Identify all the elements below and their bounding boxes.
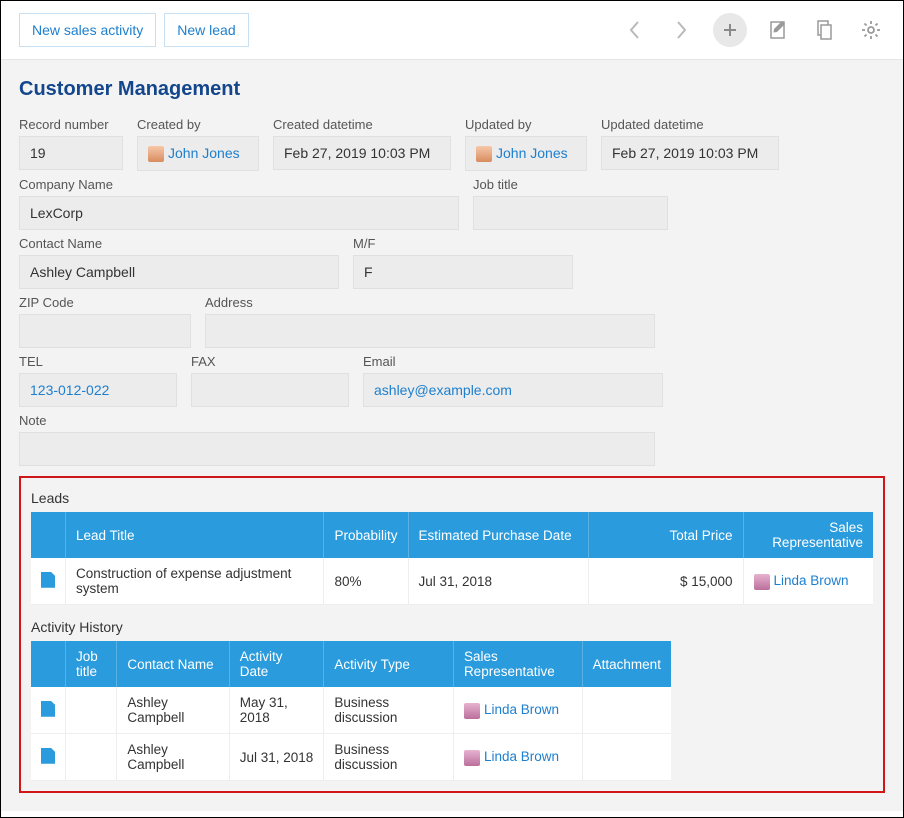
company-name-value: LexCorp: [19, 196, 459, 230]
leads-col-sales-rep: Sales Representative: [743, 512, 873, 558]
created-datetime-label: Created datetime: [273, 117, 451, 132]
fax-label: FAX: [191, 354, 349, 369]
lead-title-cell: Construction of expense adjustment syste…: [66, 558, 324, 605]
copy-icon: [814, 19, 836, 41]
activity-col-date: Activity Date: [229, 641, 324, 687]
activity-col-type: Activity Type: [324, 641, 454, 687]
chevron-left-icon: [626, 18, 644, 42]
lead-est-date-cell: Jul 31, 2018: [408, 558, 588, 605]
prev-record-button[interactable]: [621, 16, 649, 44]
updated-by-label: Updated by: [465, 117, 587, 132]
document-icon: [41, 572, 55, 588]
settings-button[interactable]: [857, 16, 885, 44]
leads-col-probability: Probability: [324, 512, 408, 558]
note-value: [19, 432, 655, 466]
leads-col-total-price: Total Price: [588, 512, 743, 558]
activity-row[interactable]: Ashley Campbell Jul 31, 2018 Business di…: [31, 734, 671, 781]
job-title-label: Job title: [473, 177, 668, 192]
created-datetime-value: Feb 27, 2019 10:03 PM: [273, 136, 451, 170]
company-name-label: Company Name: [19, 177, 459, 192]
activity-date-cell: Jul 31, 2018: [229, 734, 324, 781]
edit-record-button[interactable]: [765, 16, 793, 44]
job-title-value: [473, 196, 668, 230]
activity-sales-rep-cell[interactable]: Linda Brown: [453, 687, 582, 734]
created-by-value[interactable]: John Jones: [137, 136, 259, 171]
address-value: [205, 314, 655, 348]
avatar: [476, 146, 492, 162]
leads-col-title: Lead Title: [66, 512, 324, 558]
activity-row[interactable]: Ashley Campbell May 31, 2018 Business di…: [31, 687, 671, 734]
activity-col-contact: Contact Name: [117, 641, 229, 687]
new-lead-button[interactable]: New lead: [164, 13, 248, 47]
tel-value[interactable]: 123-012-022: [19, 373, 177, 407]
activity-type-cell: Business discussion: [324, 734, 454, 781]
chevron-right-icon: [672, 18, 690, 42]
updated-by-value[interactable]: John Jones: [465, 136, 587, 171]
next-record-button[interactable]: [667, 16, 695, 44]
note-label: Note: [19, 413, 655, 428]
email-value[interactable]: ashley@example.com: [363, 373, 663, 407]
email-label: Email: [363, 354, 663, 369]
activity-job-title-cell: [66, 687, 117, 734]
activity-col-sales-rep: Sales Representative: [453, 641, 582, 687]
toolbar: New sales activity New lead: [1, 1, 903, 59]
leads-row[interactable]: Construction of expense adjustment syste…: [31, 558, 873, 605]
avatar: [464, 750, 480, 766]
zip-value: [19, 314, 191, 348]
tel-label: TEL: [19, 354, 177, 369]
updated-datetime-value: Feb 27, 2019 10:03 PM: [601, 136, 779, 170]
activity-table: Job title Contact Name Activity Date Act…: [31, 641, 671, 781]
fax-value: [191, 373, 349, 407]
page-title: Customer Management: [19, 78, 885, 101]
add-record-button[interactable]: [713, 13, 747, 47]
document-icon: [41, 748, 55, 764]
lead-sales-rep-cell[interactable]: Linda Brown: [743, 558, 873, 605]
related-lists-section: Leads Lead Title Probability Estimated P…: [19, 476, 885, 793]
leads-section-label: Leads: [31, 490, 873, 506]
new-sales-activity-button[interactable]: New sales activity: [19, 13, 156, 47]
record-number-label: Record number: [19, 117, 123, 132]
avatar: [464, 703, 480, 719]
activity-col-attachment: Attachment: [582, 641, 671, 687]
plus-icon: [722, 22, 738, 38]
updated-datetime-label: Updated datetime: [601, 117, 779, 132]
leads-col-est-date: Estimated Purchase Date: [408, 512, 588, 558]
duplicate-record-button[interactable]: [811, 16, 839, 44]
activity-job-title-cell: [66, 734, 117, 781]
activity-attachment-cell: [582, 687, 671, 734]
activity-type-cell: Business discussion: [324, 687, 454, 734]
content-area: Customer Management Record number 19 Cre…: [1, 59, 903, 811]
edit-icon: [768, 19, 790, 41]
created-by-label: Created by: [137, 117, 259, 132]
activity-attachment-cell: [582, 734, 671, 781]
lead-total-price-cell: $ 15,000: [588, 558, 743, 605]
contact-name-value: Ashley Campbell: [19, 255, 339, 289]
gear-icon: [860, 19, 882, 41]
avatar: [148, 146, 164, 162]
activity-section-label: Activity History: [31, 619, 873, 635]
avatar: [754, 574, 770, 590]
activity-date-cell: May 31, 2018: [229, 687, 324, 734]
address-label: Address: [205, 295, 655, 310]
leads-table: Lead Title Probability Estimated Purchas…: [31, 512, 873, 605]
contact-name-label: Contact Name: [19, 236, 339, 251]
document-icon: [41, 701, 55, 717]
mf-label: M/F: [353, 236, 573, 251]
activity-contact-cell: Ashley Campbell: [117, 734, 229, 781]
lead-probability-cell: 80%: [324, 558, 408, 605]
zip-label: ZIP Code: [19, 295, 191, 310]
activity-contact-cell: Ashley Campbell: [117, 687, 229, 734]
record-number-value: 19: [19, 136, 123, 170]
activity-sales-rep-cell[interactable]: Linda Brown: [453, 734, 582, 781]
mf-value: F: [353, 255, 573, 289]
activity-col-job-title: Job title: [66, 641, 117, 687]
